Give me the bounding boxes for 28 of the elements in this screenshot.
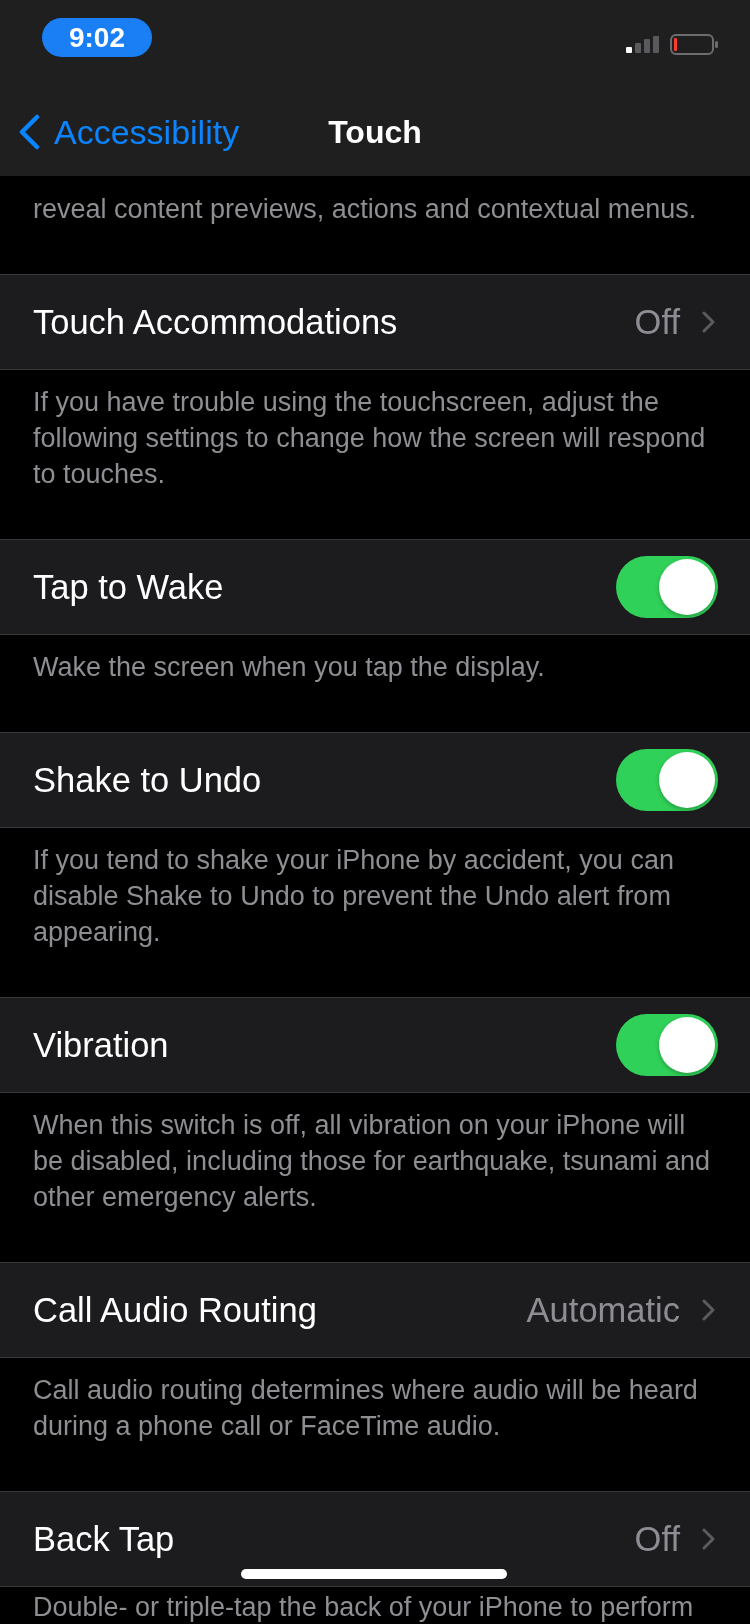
nav-title: Touch xyxy=(328,113,422,151)
battery-icon xyxy=(670,34,718,55)
row-label: Touch Accommodations xyxy=(33,302,398,342)
section-footer: reveal content previews, actions and contextual menus. xyxy=(0,177,750,274)
section-footer: Double- or triple-tap the back of your iPhone to perform xyxy=(0,1587,750,1624)
back-button[interactable]: Accessibility xyxy=(0,112,240,152)
chevron-right-icon xyxy=(702,1528,715,1550)
settings-row[interactable]: Touch Accommodations Off xyxy=(0,274,750,370)
section-footer: If you tend to shake your iPhone by accident, you can disable Shake to Undo to prevent the Undo alert from appearing. xyxy=(0,828,750,997)
row-label: Tap to Wake xyxy=(33,567,224,607)
signal-icon xyxy=(626,36,659,53)
settings-row[interactable]: Call Audio Routing Automatic xyxy=(0,1262,750,1358)
status-time: 9:02 xyxy=(42,18,152,57)
chevron-right-icon xyxy=(702,1299,715,1321)
row-value: Off xyxy=(634,302,680,342)
section-footer: Call audio routing determines where audio will be heard during a phone call or FaceTime audio. xyxy=(0,1358,750,1491)
row-value: Off xyxy=(634,1519,680,1559)
row-label: Call Audio Routing xyxy=(33,1290,317,1330)
row-label: Vibration xyxy=(33,1025,169,1065)
chevron-left-icon xyxy=(18,114,40,150)
row-label: Shake to Undo xyxy=(33,760,262,800)
chevron-right-icon xyxy=(702,311,715,333)
settings-row[interactable]: Back Tap Off xyxy=(0,1491,750,1587)
section-footer: Wake the screen when you tap the display. xyxy=(0,635,750,732)
section-footer: If you have trouble using the touchscreen, adjust the following settings to change how the screen will respond to touches. xyxy=(0,370,750,539)
section-footer: When this switch is off, all vibration on your iPhone will be disabled, including those for earthquake, tsunami and other emergency alerts. xyxy=(0,1093,750,1262)
row-label: Back Tap xyxy=(33,1519,175,1559)
row-value: Automatic xyxy=(526,1290,680,1330)
